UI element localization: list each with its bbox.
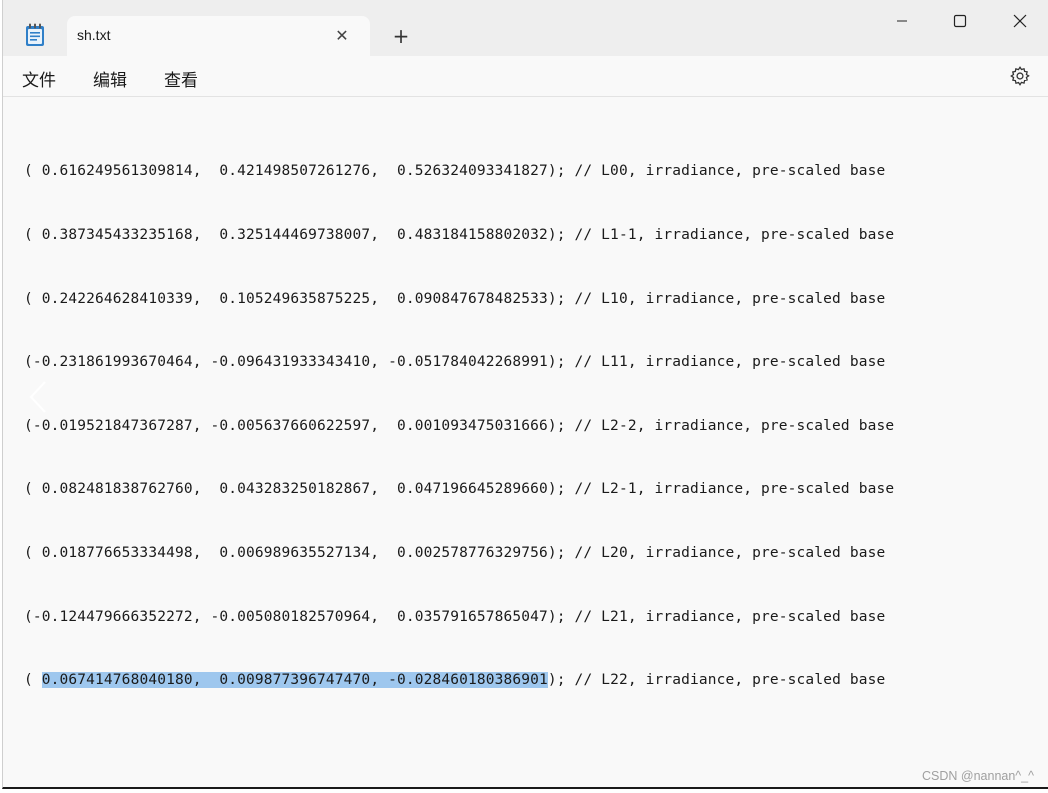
text-line: ( 0.067414768040180, 0.009877396747470, … bbox=[24, 670, 894, 691]
text-line: (-0.019521847367287, -0.005637660622597,… bbox=[24, 416, 894, 437]
menu-view[interactable]: 查看 bbox=[164, 66, 198, 91]
menu-file[interactable]: 文件 bbox=[22, 66, 56, 91]
watermark: CSDN @nannan^_^ bbox=[922, 769, 1034, 783]
line-text: ( 0.387345433235168, 0.325144469738007, … bbox=[24, 227, 895, 243]
close-icon bbox=[1013, 14, 1027, 28]
tab-title: sh.txt bbox=[77, 27, 111, 43]
line-text: (-0.124479666352272, -0.005080182570964,… bbox=[24, 608, 886, 625]
gear-icon[interactable] bbox=[1009, 65, 1031, 87]
menu-bar: 文件 编辑 查看 bbox=[3, 56, 1048, 96]
text-selection: 0.067414768040180, 0.009877396747470, -0… bbox=[41, 672, 548, 689]
menu-edit[interactable]: 编辑 bbox=[93, 66, 127, 91]
text-editor[interactable]: ( 0.616249561309814, 0.421498507261276, … bbox=[3, 97, 1048, 787]
text-line: ( 0.082481838762760, 0.043283250182867, … bbox=[24, 479, 894, 500]
minimize-icon bbox=[897, 20, 907, 22]
text-line: ( 0.387345433235168, 0.325144469738007, … bbox=[24, 225, 894, 246]
line-text: ( bbox=[24, 672, 42, 689]
text-content: ( 0.616249561309814, 0.421498507261276, … bbox=[24, 119, 894, 734]
notepad-window: sh.txt ✕ + 文件 编辑 查看 (0.616249561309814,… bbox=[2, 0, 1048, 789]
text-line: (-0.231861993670464, -0.096431933343410,… bbox=[24, 352, 894, 373]
text-line: ( 0.242264628410339, 0.105249635875225, … bbox=[24, 289, 894, 310]
line-text: ( 0.082481838762760, 0.043283250182867, … bbox=[24, 481, 895, 498]
chevron-left-icon[interactable] bbox=[27, 379, 49, 415]
maximize-icon bbox=[953, 14, 967, 28]
text-line: (-0.124479666352272, -0.005080182570964,… bbox=[24, 607, 894, 628]
text-line: ( 0.018776653334498, 0.006989635527134, … bbox=[24, 543, 894, 564]
line-text: ( 0.018776653334498, 0.006989635527134, … bbox=[24, 544, 886, 561]
line-text: (-0.019521847367287, -0.005637660622597,… bbox=[24, 417, 895, 434]
text-line: ( 0.616249561309814, 0.421498507261276, … bbox=[24, 161, 894, 182]
maximize-button[interactable] bbox=[937, 4, 983, 38]
tab-close-icon[interactable]: ✕ bbox=[331, 25, 353, 47]
minimize-button[interactable] bbox=[879, 4, 925, 38]
line-text: (-0.231861993670464, -0.096431933343410,… bbox=[24, 354, 886, 371]
notepad-icon bbox=[26, 23, 44, 46]
title-bar: sh.txt ✕ + bbox=[3, 0, 1048, 56]
line-text: ( 0.242264628410339, 0.105249635875225, … bbox=[24, 290, 886, 307]
tab-sh-txt[interactable]: sh.txt ✕ bbox=[67, 16, 370, 56]
new-tab-button[interactable]: + bbox=[389, 24, 413, 48]
line-text-rest: ); // L22, irradiance, pre-scaled base bbox=[547, 672, 886, 689]
line-text: ( 0.616249561309814, 0.421498507261276, … bbox=[24, 163, 886, 180]
close-button[interactable] bbox=[997, 4, 1043, 38]
